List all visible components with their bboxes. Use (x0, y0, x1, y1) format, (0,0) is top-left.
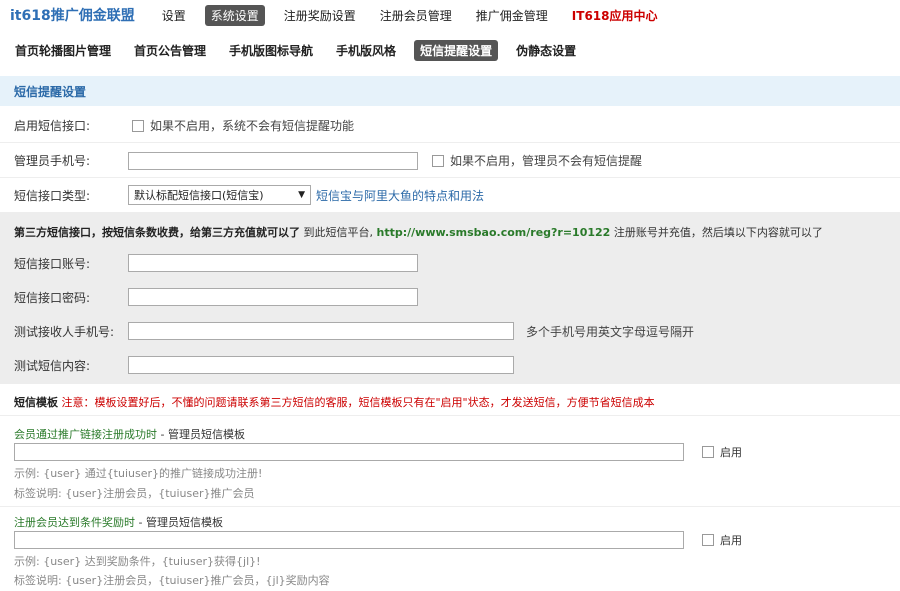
test-content-input[interactable] (128, 356, 514, 374)
templates-title: 短信模板 (14, 396, 58, 409)
sms-type-help-link[interactable]: 短信宝与阿里大鱼的特点和用法 (316, 187, 484, 204)
test-phone-row: 测试接收人手机号: 多个手机号用英文字母逗号隔开 (0, 320, 900, 342)
enable-sms-row: 启用短信接口: 如果不启用，系统不会有短信提醒功能 (0, 109, 900, 143)
template-1-tags: 标签说明: {user}注册会员，{tuiuser}推广会员 (14, 487, 255, 500)
sub-nav: 首页轮播图片管理 首页公告管理 手机版图标导航 手机版风格 短信提醒设置 伪静态… (0, 36, 900, 64)
subnav-item-mobile-style[interactable]: 手机版风格 (331, 40, 401, 61)
template-2-example: 示例: {user} 达到奖励条件，{tuiuser}获得{jl}! (14, 555, 261, 568)
test-phone-hint: 多个手机号用英文字母逗号隔开 (526, 324, 695, 339)
third-party-url[interactable]: http://www.smsbao.com/reg?r=10122 (377, 226, 611, 239)
third-party-notice: 第三方短信接口，按短信条数收费，给第三方充值就可以了 到此短信平台, http:… (14, 224, 823, 240)
sms-password-row: 短信接口密码: (0, 286, 900, 308)
admin-phone-label: 管理员手机号: (14, 154, 91, 168)
divider (0, 415, 900, 416)
enable-sms-label: 启用短信接口: (14, 119, 91, 133)
third-party-after-url: 注册账号并充值，然后填以下内容就可以了 (613, 226, 823, 239)
top-nav: it618推广佣金联盟 设置 系统设置 注册奖励设置 注册会员管理 推广佣金管理… (0, 0, 900, 30)
template-1-title-suffix: - 管理员短信模板 (157, 428, 245, 441)
test-content-label: 测试短信内容: (14, 358, 91, 373)
divider (0, 506, 900, 507)
subnav-item-rewrite[interactable]: 伪静态设置 (511, 40, 581, 61)
sms-type-row: 短信接口类型: 默认标配短信接口(短信宝) ▼ 短信宝与阿里大鱼的特点和用法 (0, 178, 900, 212)
sms-password-label: 短信接口密码: (14, 290, 91, 305)
section-title: 短信提醒设置 (0, 76, 900, 106)
subnav-item-carousel[interactable]: 首页轮播图片管理 (10, 40, 116, 61)
topnav-item-app-center[interactable]: IT618应用中心 (567, 5, 663, 26)
subnav-item-announcement[interactable]: 首页公告管理 (129, 40, 211, 61)
sms-account-row: 短信接口账号: (0, 252, 900, 274)
templates-heading: 短信模板 注意：模板设置好后，不懂的问题请联系第三方短信的客服，短信模板只有在"… (14, 394, 655, 410)
admin-phone-checkbox[interactable] (432, 154, 444, 167)
test-phone-input[interactable] (128, 322, 514, 340)
chevron-down-icon: ▼ (298, 190, 305, 200)
sms-type-label: 短信接口类型: (14, 188, 91, 203)
sms-password-input[interactable] (128, 288, 418, 306)
topnav-item-settings[interactable]: 设置 (157, 5, 191, 26)
enable-sms-hint: 如果不启用，系统不会有短信提醒功能 (150, 119, 355, 133)
sms-type-select[interactable]: 默认标配短信接口(短信宝) ▼ (128, 185, 311, 205)
test-phone-label: 测试接收人手机号: (14, 324, 115, 339)
template-1-example: 示例: {user} 通过{tuiuser}的推广链接成功注册! (14, 467, 263, 480)
template-1-title: 会员通过推广链接注册成功时 - 管理员短信模板 (14, 426, 245, 442)
topnav-item-system-settings[interactable]: 系统设置 (204, 4, 265, 26)
sms-account-input[interactable] (128, 254, 418, 272)
test-content-row: 测试短信内容: (0, 354, 900, 376)
templates-notice: 注意：模板设置好后，不懂的问题请联系第三方短信的客服，短信模板只有在"启用"状态… (61, 396, 655, 409)
template-2-title-main: 注册会员达到条件奖励时 (14, 516, 135, 529)
template-2-enable-checkbox[interactable] (702, 534, 714, 546)
subnav-item-mobile-icons[interactable]: 手机版图标导航 (224, 40, 318, 61)
template-1-title-main: 会员通过推广链接注册成功时 (14, 428, 157, 441)
template-2-title: 注册会员达到条件奖励时 - 管理员短信模板 (14, 514, 223, 530)
admin-phone-row: 管理员手机号: 如果不启用，管理员不会有短信提醒 (0, 144, 900, 178)
template-1-input[interactable] (14, 443, 684, 461)
topnav-item-commission-management[interactable]: 推广佣金管理 (471, 5, 553, 26)
third-party-before-url: 到此短信平台, (303, 226, 374, 239)
sms-type-selected: 默认标配短信接口(短信宝) (134, 189, 264, 202)
template-1-enable-label: 启用 (720, 446, 742, 459)
template-2-input[interactable] (14, 531, 684, 549)
template-2-enable: 启用 (702, 532, 742, 548)
template-2-title-suffix: - 管理员短信模板 (135, 516, 223, 529)
template-2-tags: 标签说明: {user}注册会员，{tuiuser}推广会员，{jl}奖励内容 (14, 574, 330, 587)
admin-phone-input[interactable] (128, 151, 418, 170)
admin-phone-hint: 如果不启用，管理员不会有短信提醒 (450, 154, 643, 168)
topnav-item-member-management[interactable]: 注册会员管理 (375, 5, 457, 26)
topnav-item-register-reward[interactable]: 注册奖励设置 (279, 5, 361, 26)
template-1-enable: 启用 (702, 444, 742, 460)
subnav-item-sms-settings[interactable]: 短信提醒设置 (414, 39, 499, 61)
brand-logo[interactable]: it618推广佣金联盟 (10, 5, 135, 25)
third-party-bold: 第三方短信接口，按短信条数收费，给第三方充值就可以了 (14, 226, 300, 239)
template-1-enable-checkbox[interactable] (702, 446, 714, 458)
template-2-enable-label: 启用 (720, 534, 742, 547)
sms-account-label: 短信接口账号: (14, 256, 91, 271)
enable-sms-checkbox[interactable] (132, 119, 144, 132)
